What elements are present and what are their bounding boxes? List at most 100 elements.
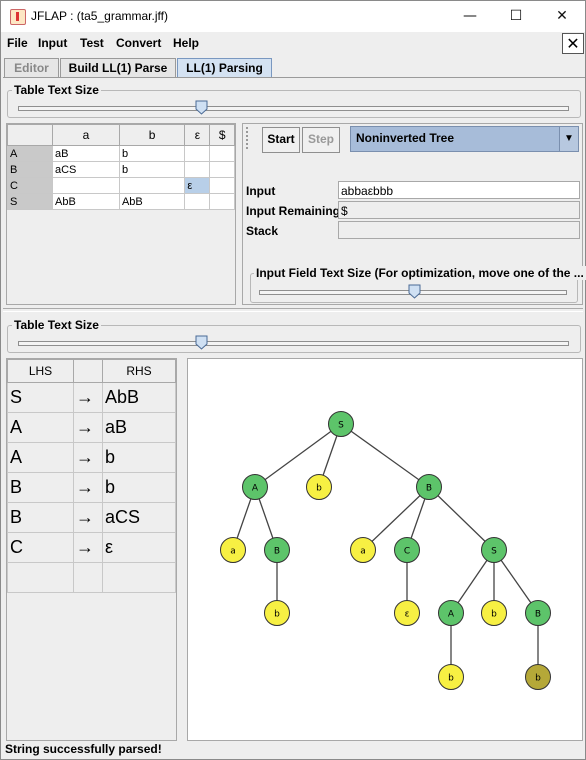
- arrow-icon: →: [73, 472, 103, 503]
- tab-editor[interactable]: Editor: [4, 58, 59, 77]
- tree-edge: [340, 423, 430, 488]
- tree-node-n9: S: [481, 537, 507, 563]
- bottom-table-size-thumb[interactable]: [195, 335, 208, 350]
- parse-control-panel: Start Step Noninverted Tree ▼ Input abba…: [242, 123, 586, 305]
- parse-cell[interactable]: [184, 161, 211, 178]
- tree-node-n14: B: [525, 600, 551, 626]
- step-button[interactable]: Step: [302, 127, 340, 153]
- chevron-down-icon[interactable]: ▼: [559, 127, 578, 151]
- parse-row-label: S: [7, 193, 53, 210]
- tree-node-label: a: [230, 547, 236, 557]
- tree-node-label: b: [274, 610, 280, 620]
- grammar-rhs[interactable]: b: [102, 472, 176, 503]
- parse-cell[interactable]: [209, 161, 235, 178]
- tab-build-ll1-parse[interactable]: Build LL(1) Parse: [60, 58, 176, 77]
- grammar-table: LHS RHS S → AbB A → aB A → b B → b B → a…: [7, 359, 176, 593]
- tree-node-n6: B: [264, 537, 290, 563]
- parse-cell[interactable]: [184, 193, 211, 210]
- grammar-rhs[interactable]: aCS: [102, 502, 176, 533]
- tab-ll1-parsing[interactable]: LL(1) Parsing: [177, 58, 272, 77]
- parse-cell[interactable]: [118, 177, 186, 194]
- grammar-panel: LHS RHS S → AbB A → aB A → b B → b B → a…: [6, 358, 177, 741]
- menu-help[interactable]: Help: [173, 36, 199, 50]
- tree-node-label: A: [448, 610, 455, 620]
- maximize-button[interactable]: ☐: [493, 1, 539, 32]
- parse-cell[interactable]: aB: [52, 145, 120, 162]
- parse-cell[interactable]: [209, 193, 235, 210]
- tree-edge: [362, 486, 430, 551]
- tree-edge: [254, 423, 342, 488]
- bottom-table-size-label: Table Text Size: [12, 318, 101, 332]
- menu-bar: File Input Test Convert Help: [1, 32, 585, 54]
- menu-convert[interactable]: Convert: [116, 36, 161, 50]
- tree-node-n2: A: [242, 474, 268, 500]
- tree-node-n8: C: [394, 537, 420, 563]
- arrow-icon: →: [73, 412, 103, 443]
- input-remaining-label: Input Remaining: [246, 204, 340, 218]
- grammar-lhs-empty[interactable]: [7, 562, 74, 593]
- input-label: Input: [246, 184, 276, 198]
- grammar-lhs[interactable]: B: [7, 472, 74, 503]
- parse-table-corner: [7, 124, 53, 146]
- input-field-size-label: Input Field Text Size (For optimization,…: [254, 266, 586, 280]
- parse-cell[interactable]: b: [118, 145, 186, 162]
- top-table-size-thumb[interactable]: [195, 100, 208, 115]
- parse-table-panel: a b ε $ A aB b B aCS b C ε S AbB AbB: [6, 123, 236, 305]
- tree-node-n16: b: [525, 664, 551, 690]
- tree-node-n1: S: [328, 411, 354, 437]
- grammar-rhs[interactable]: ε: [102, 532, 176, 563]
- tree-node-label: S: [338, 421, 344, 431]
- bottom-table-size-group: Table Text Size: [7, 318, 581, 353]
- view-mode-select[interactable]: Noninverted Tree ▼: [350, 126, 579, 152]
- arrow-icon: →: [73, 382, 103, 413]
- parse-table-header-a: a: [52, 124, 120, 146]
- grammar-lhs[interactable]: C: [7, 532, 74, 563]
- tree-node-label: b: [316, 484, 322, 494]
- tree-node-label: B: [274, 547, 280, 557]
- jflap-window: JFLAP : (ta5_grammar.jff) — ☐ ✕ File Inp…: [0, 0, 586, 760]
- grammar-lhs[interactable]: S: [7, 382, 74, 413]
- split-divider[interactable]: [3, 308, 583, 312]
- close-tab-button[interactable]: ✕: [562, 33, 584, 54]
- menu-file[interactable]: File: [7, 36, 28, 50]
- bottom-table-size-slider[interactable]: [18, 341, 569, 346]
- grammar-lhs[interactable]: A: [7, 442, 74, 473]
- arrow-icon: →: [73, 442, 103, 473]
- input-field-size-group: Input Field Text Size (For optimization,…: [250, 266, 586, 303]
- parse-cell[interactable]: [209, 177, 235, 194]
- parse-cell[interactable]: [209, 145, 235, 162]
- grammar-rhs[interactable]: aB: [102, 412, 176, 443]
- top-table-size-label: Table Text Size: [12, 83, 101, 97]
- input-remaining-field: $: [338, 201, 580, 219]
- input-field-size-thumb[interactable]: [408, 284, 421, 299]
- grammar-lhs[interactable]: A: [7, 412, 74, 443]
- parse-table-header-epsilon: ε: [184, 124, 211, 146]
- parse-row-label: B: [7, 161, 53, 178]
- parse-cell[interactable]: AbB: [52, 193, 120, 210]
- parse-cell[interactable]: [184, 145, 211, 162]
- menu-input[interactable]: Input: [38, 36, 67, 50]
- parse-table-header-dollar: $: [209, 124, 235, 146]
- grammar-lhs[interactable]: B: [7, 502, 74, 533]
- minimize-button[interactable]: —: [447, 1, 493, 32]
- parse-table: a b ε $ A aB b B aCS b C ε S AbB AbB: [7, 124, 235, 210]
- grammar-rhs-empty[interactable]: [102, 562, 176, 593]
- input-field[interactable]: abbaεbbb: [338, 181, 580, 199]
- parse-cell-highlighted[interactable]: ε: [184, 177, 211, 194]
- tree-node-n13: b: [481, 600, 507, 626]
- parse-cell[interactable]: [52, 177, 120, 194]
- parse-cell[interactable]: AbB: [118, 193, 186, 210]
- start-button[interactable]: Start: [262, 127, 300, 153]
- stack-label: Stack: [246, 224, 279, 238]
- parse-cell[interactable]: b: [118, 161, 186, 178]
- menu-test[interactable]: Test: [80, 36, 104, 50]
- parse-row-label: C: [7, 177, 53, 194]
- tree-node-n3: b: [306, 474, 332, 500]
- close-window-button[interactable]: ✕: [539, 1, 585, 32]
- top-table-size-slider[interactable]: [18, 106, 569, 111]
- tree-node-n15: b: [438, 664, 464, 690]
- grammar-rhs[interactable]: b: [102, 442, 176, 473]
- tree-node-label: S: [491, 547, 497, 557]
- grammar-rhs[interactable]: AbB: [102, 382, 176, 413]
- parse-cell[interactable]: aCS: [52, 161, 120, 178]
